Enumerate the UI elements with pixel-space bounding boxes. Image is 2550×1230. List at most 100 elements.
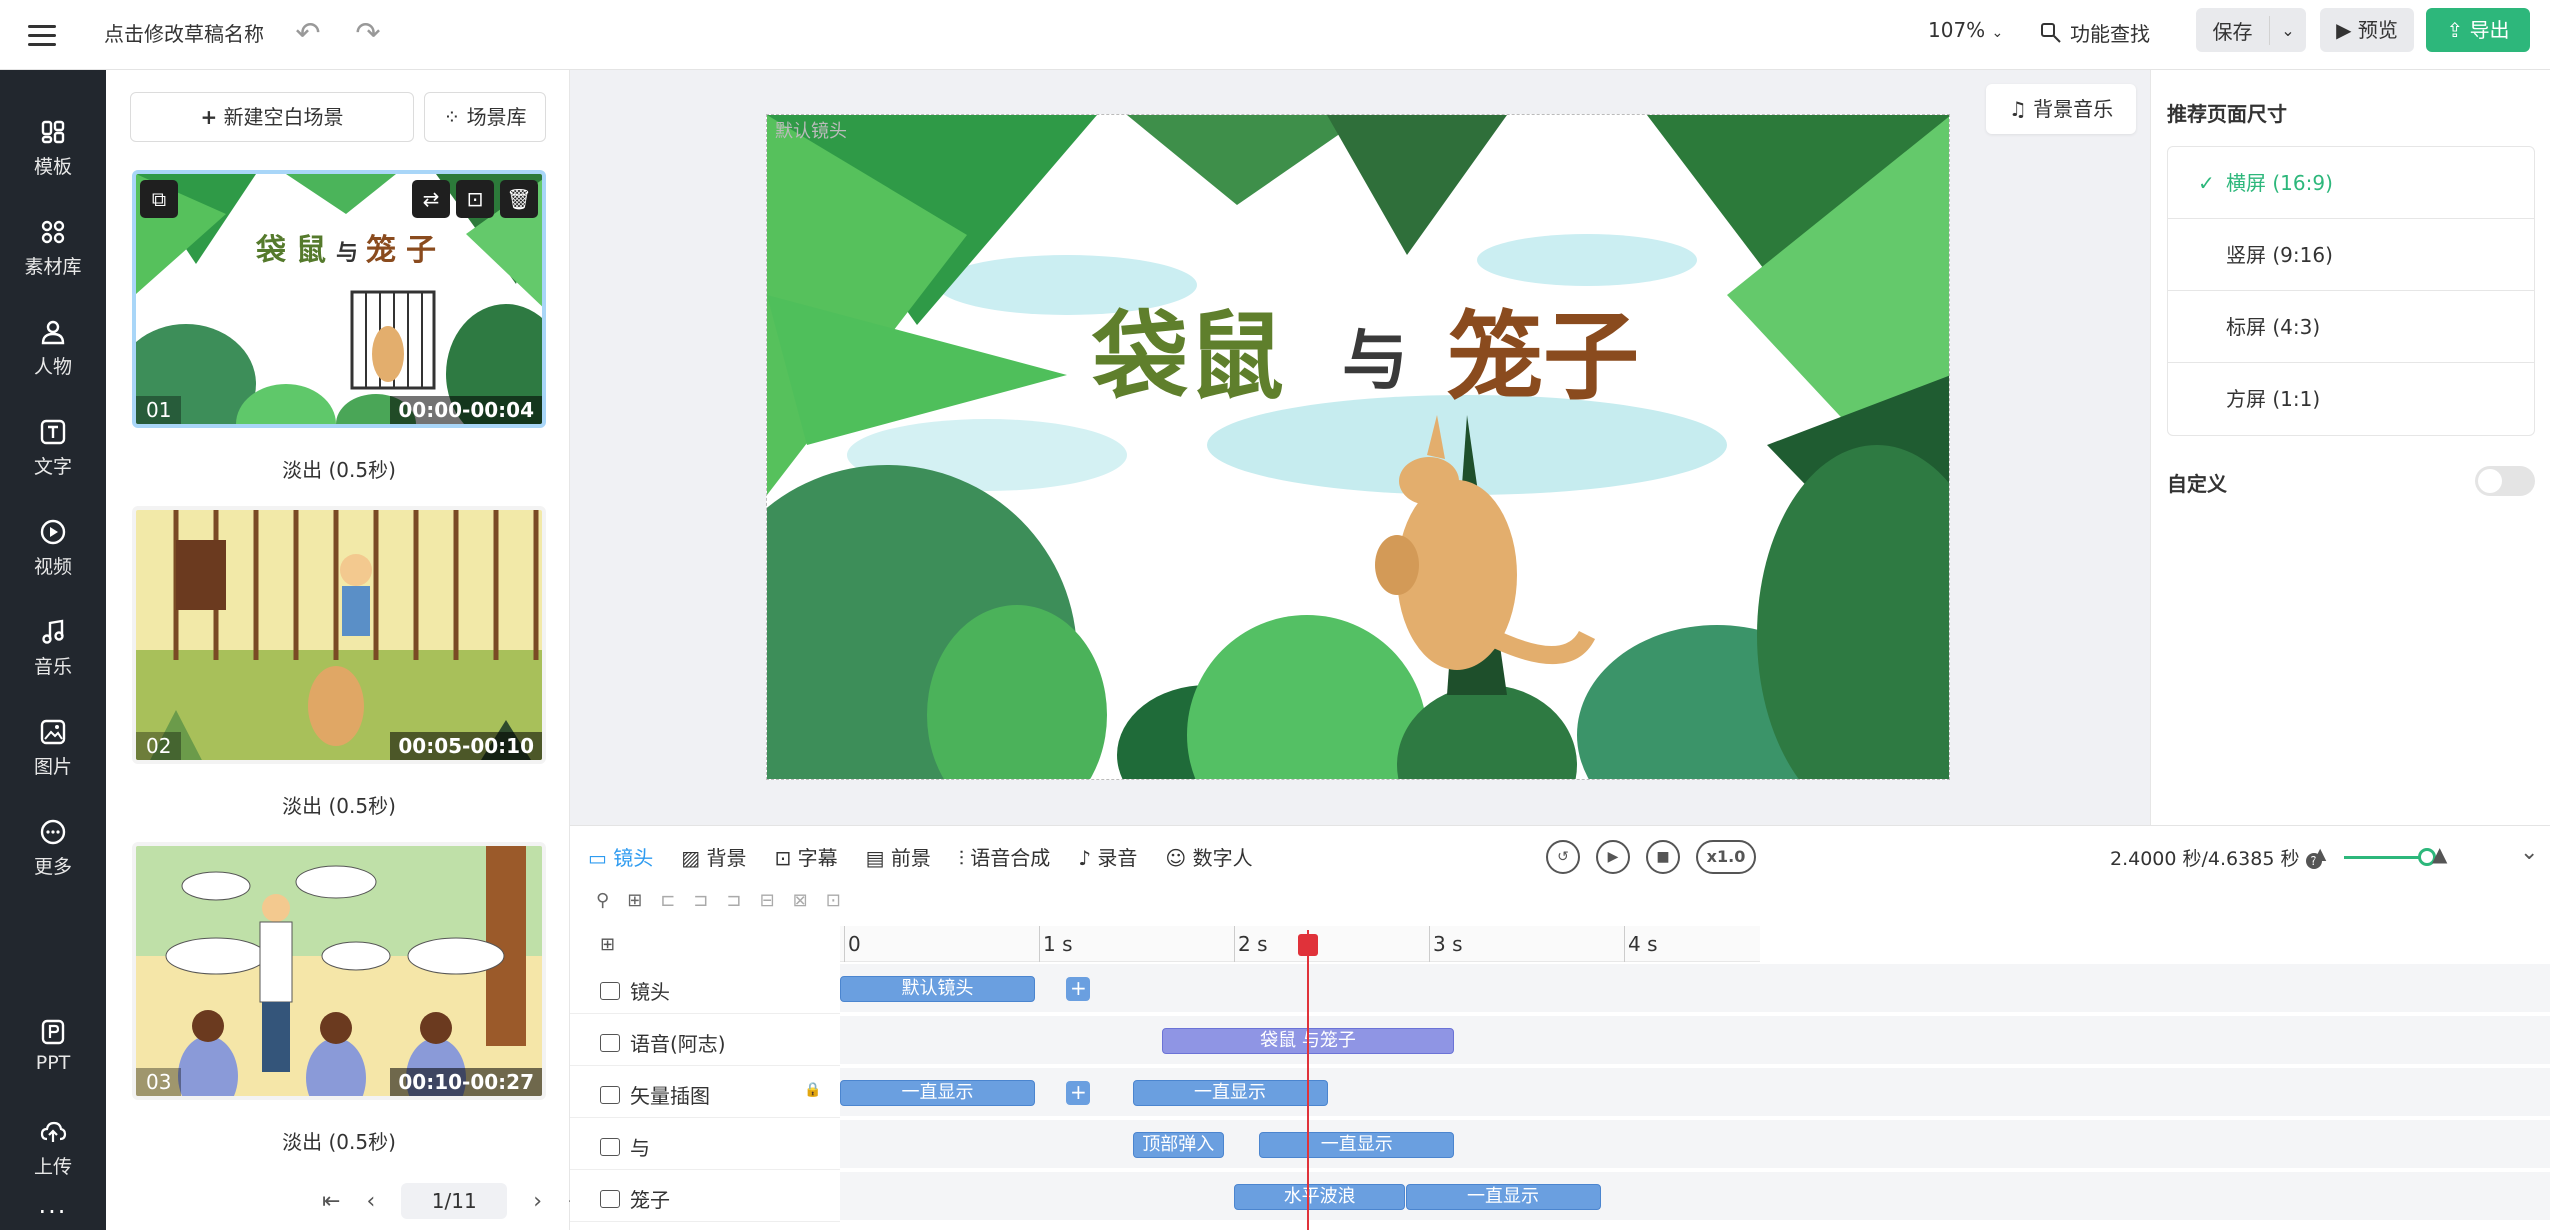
page-indicator[interactable]: 1/11	[401, 1183, 508, 1219]
add-clip-button[interactable]: +	[1066, 977, 1091, 1001]
zoom-dropdown[interactable]: 107% ⌄	[1928, 18, 2003, 42]
add-clip-button[interactable]: +	[1066, 1081, 1091, 1105]
timeline-clip[interactable]: 一直显示	[1132, 1080, 1328, 1106]
nav-label: 模板	[33, 156, 72, 178]
scene-transition[interactable]: 淡出 (0.5秒)	[132, 454, 546, 483]
tab-foreground[interactable]: ▤ 前景	[866, 842, 931, 871]
scene-library-button[interactable]: ⁘ 场景库	[424, 92, 546, 142]
stop-icon[interactable]: ■	[1646, 840, 1680, 874]
ruler-out-of-range	[1760, 926, 2550, 962]
tab-camera[interactable]: ▭ 镜头	[588, 842, 653, 871]
nav-item-ppt[interactable]: PPT	[0, 1018, 106, 1074]
preview-button[interactable]: ▶ 预览	[2320, 8, 2414, 52]
copy-icon[interactable]: ⧉	[140, 180, 178, 218]
lock-icon[interactable]: ⊡	[456, 180, 494, 218]
zoom-out-icon[interactable]: ▲	[2314, 844, 2326, 863]
chevron-down-icon: ⌄	[1991, 25, 2004, 41]
scene-transition[interactable]: 淡出 (0.5秒)	[132, 1126, 546, 1155]
title-text-b[interactable]: 与	[1342, 322, 1408, 399]
first-page-icon[interactable]: ⇤	[322, 1189, 340, 1214]
menu-icon[interactable]	[24, 17, 60, 53]
background-music-button[interactable]: ♫ 背景音乐	[1986, 84, 2136, 134]
time-readout: 2.4000 秒/4.6385 秒 ?	[2110, 844, 2322, 871]
lock-icon[interactable]: 🔒	[804, 1082, 821, 1098]
timeline-clip[interactable]: 顶部弹入	[1132, 1132, 1225, 1158]
nav-item-more[interactable]: 更多	[0, 818, 106, 879]
draft-title[interactable]: 点击修改草稿名称	[104, 18, 264, 47]
page-size-option[interactable]: 标屏 (4:3)	[2168, 291, 2534, 363]
nav-item-template[interactable]: 模板	[0, 118, 106, 179]
waveform-icon: ⫶	[958, 846, 964, 870]
timeline-clip[interactable]: 水平波浪	[1233, 1184, 1406, 1210]
overflow-dots-icon[interactable]: ···	[0, 1198, 106, 1226]
filter-icon[interactable]: ⚲	[596, 890, 609, 911]
custom-size-toggle[interactable]	[2475, 466, 2535, 496]
timeline-clip[interactable]: 一直显示	[1405, 1184, 1601, 1210]
tab-subtitle[interactable]: ⊡ 字幕	[775, 842, 838, 871]
timeline-clip[interactable]: 默认镜头	[840, 976, 1035, 1002]
nav-item-music[interactable]: 音乐	[0, 618, 106, 679]
page-size-option[interactable]: 方屏 (1:1)	[2168, 363, 2534, 435]
save-button[interactable]: 保存 ⌄	[2196, 8, 2306, 52]
scene-canvas[interactable]: 袋鼠 与 笼子 默认镜头	[766, 114, 1950, 780]
tracks-icon[interactable]: ⊞	[600, 934, 615, 955]
tab-tts[interactable]: ⫶ 语音合成	[959, 842, 1050, 871]
nav-label: 素材库	[24, 256, 82, 278]
avatar-icon: ☺	[1165, 846, 1187, 870]
new-scene-button[interactable]: + 新建空白场景	[130, 92, 414, 142]
tab-label: 背景	[706, 846, 747, 870]
scene-thumbnail[interactable]: 袋 鼠 与 笼 子 ⧉ ⇄ ⊡ 🗑 01 00:00-00:04	[132, 170, 546, 428]
nav-item-materials[interactable]: 素材库	[0, 218, 106, 279]
scene-transition[interactable]: 淡出 (0.5秒)	[132, 790, 546, 819]
undo-icon[interactable]: ↶	[290, 16, 326, 52]
page-size-option[interactable]: 竖屏 (9:16)	[2168, 219, 2534, 291]
delete-icon[interactable]: 🗑	[500, 180, 538, 218]
track-lane[interactable]	[840, 964, 2550, 1014]
ruler-label: 3 s	[1433, 932, 1463, 956]
image-icon	[40, 719, 66, 745]
feature-search-button[interactable]: 功能查找	[2040, 18, 2150, 47]
timeline-zoom-slider[interactable]	[2344, 848, 2436, 866]
check-icon: ✓	[2198, 171, 2215, 195]
page-size-option[interactable]: ✓ 横屏 (16:9)	[2168, 147, 2534, 219]
play-icon[interactable]: ▶	[1596, 840, 1630, 874]
title-text-c[interactable]: 笼子	[1447, 301, 1639, 413]
prev-page-icon[interactable]: ‹	[366, 1189, 375, 1214]
playhead-line[interactable]	[1307, 930, 1309, 1230]
tab-record[interactable]: ♪ 录音	[1078, 842, 1137, 871]
nav-item-image[interactable]: 图片	[0, 718, 106, 779]
timeline-clip[interactable]: 一直显示	[1259, 1132, 1455, 1158]
swap-icon[interactable]: ⇄	[412, 180, 450, 218]
chevron-down-icon[interactable]: ⌄	[2270, 21, 2306, 40]
nav-item-person[interactable]: 人物	[0, 318, 106, 379]
next-page-icon[interactable]: ›	[533, 1189, 542, 1214]
ruler-tick	[1234, 926, 1235, 962]
tab-digital-human[interactable]: ☺ 数字人	[1165, 842, 1252, 871]
zoom-in-icon[interactable]: ▲	[2432, 842, 2447, 866]
nav-item-text[interactable]: 文字	[0, 418, 106, 479]
track-lane[interactable]	[840, 1016, 2550, 1066]
scene-thumbnail[interactable]: 02 00:05-00:10	[132, 506, 546, 764]
export-button[interactable]: ⇪ 导出	[2426, 8, 2530, 52]
split-icon[interactable]: ⊞	[627, 890, 642, 911]
speed-button[interactable]: x1.0	[1696, 840, 1756, 874]
tab-background[interactable]: ▨ 背景	[681, 842, 746, 871]
nav-item-video[interactable]: 视频	[0, 518, 106, 579]
track-icon	[600, 1085, 620, 1104]
track-lane[interactable]	[840, 1172, 2550, 1222]
scene-thumbnail[interactable]: 03 00:10-00:27	[132, 842, 546, 1100]
canvas-area: ♫ 背景音乐 袋鼠 与 笼子 默认镜头	[570, 70, 2150, 825]
playhead-handle[interactable]	[1298, 934, 1318, 956]
nav-item-upload[interactable]: 上传	[0, 1118, 106, 1179]
scene-number: 01	[136, 396, 182, 424]
timeline-clip[interactable]: 一直显示	[840, 1080, 1035, 1106]
collapse-icon[interactable]: ⌄	[2520, 840, 2538, 865]
track-lane[interactable]	[840, 1068, 2550, 1118]
redo-icon[interactable]: ↷	[350, 16, 386, 52]
page-size-list: ✓ 横屏 (16:9) 竖屏 (9:16) 标屏 (4:3) 方屏 (1:1)	[2167, 146, 2535, 436]
group-icon: ⊠	[792, 890, 808, 911]
title-text-a[interactable]: 袋鼠	[1091, 301, 1284, 413]
replay-icon[interactable]: ↺	[1546, 840, 1580, 874]
track-lane[interactable]	[840, 1120, 2550, 1170]
nav-label: 上传	[33, 1156, 72, 1178]
